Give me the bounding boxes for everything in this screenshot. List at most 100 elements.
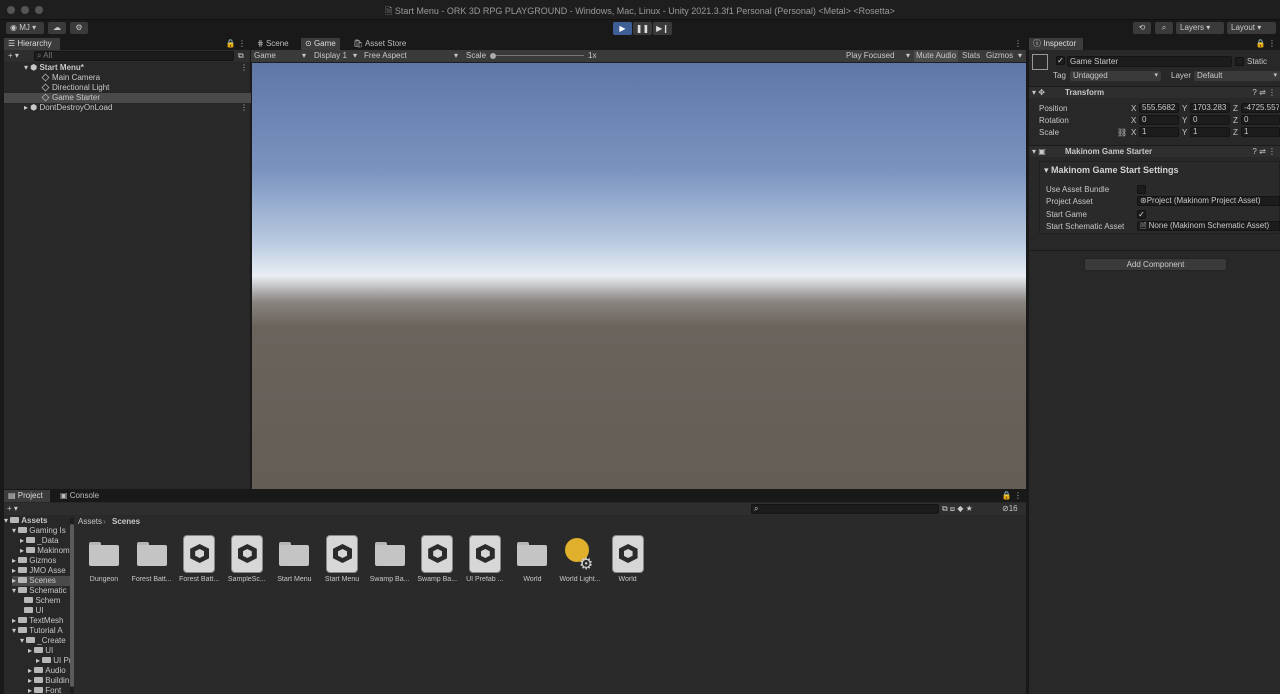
- tree-item[interactable]: ▾ _Create: [20, 636, 74, 646]
- asset-item-folder[interactable]: World: [509, 534, 555, 586]
- rotation-y-field[interactable]: 0: [1190, 115, 1230, 125]
- tree-item[interactable]: ▾ Gaming Is: [12, 526, 74, 536]
- scene-menu-icon[interactable]: ⋮: [240, 103, 248, 112]
- asset-item-scene[interactable]: UI Prefab ...: [462, 534, 508, 586]
- use-asset-bundle-checkbox[interactable]: [1137, 185, 1146, 194]
- rotation-x-field[interactable]: 0: [1139, 115, 1179, 125]
- position-z-field[interactable]: -4725.557: [1241, 103, 1280, 113]
- display-dropdown[interactable]: Display 1 ▾: [314, 50, 359, 62]
- hierarchy-row-main-camera[interactable]: Main Camera: [4, 73, 252, 83]
- tab-project[interactable]: ▤ Project: [4, 490, 50, 502]
- aspect-dropdown[interactable]: Free Aspect ▾: [364, 50, 459, 62]
- stats-toggle[interactable]: Stats: [962, 50, 980, 62]
- account-dropdown[interactable]: ◉ MJ ▾: [6, 22, 44, 34]
- tab-game[interactable]: ⊙ Game: [301, 38, 340, 50]
- project-search-input[interactable]: ⌕: [751, 504, 939, 514]
- create-asset-button[interactable]: + ▾: [7, 504, 18, 513]
- scale-slider-track[interactable]: [491, 55, 584, 56]
- asset-item-folder[interactable]: Swamp Ba...: [367, 534, 413, 586]
- tab-console[interactable]: ▣ Console: [56, 490, 103, 502]
- layer-dropdown[interactable]: Default: [1194, 71, 1280, 81]
- asset-item-folder[interactable]: Start Menu: [271, 534, 317, 586]
- transform-header[interactable]: ▾ ✥ Transform ? ⇌ ⋮: [1029, 86, 1280, 98]
- position-y-field[interactable]: 1703.283: [1190, 103, 1230, 113]
- panel-menu-icon[interactable]: ⋮: [1014, 39, 1022, 48]
- visibility-count[interactable]: ⊘16: [1002, 504, 1018, 513]
- scale-z-field[interactable]: 1: [1241, 127, 1280, 137]
- play-focused-dropdown[interactable]: Play Focused ▾: [846, 50, 912, 62]
- tree-item[interactable]: ▸ _Data: [20, 536, 74, 546]
- asset-item-scene[interactable]: World: [605, 534, 651, 586]
- hierarchy-row-game-starter[interactable]: Game Starter: [4, 93, 252, 103]
- static-checkbox[interactable]: [1235, 57, 1244, 66]
- tree-item-assets[interactable]: ▾ Assets: [4, 516, 70, 526]
- tree-item[interactable]: ▸ Audio: [28, 666, 74, 676]
- scale-x-field[interactable]: 1: [1139, 127, 1179, 137]
- rotation-z-field[interactable]: 0: [1241, 115, 1280, 125]
- settings-foldout[interactable]: ▾ Makinom Game Start Settings: [1044, 165, 1179, 176]
- tree-item[interactable]: ▸ TextMesh: [12, 616, 74, 626]
- step-button[interactable]: ▶❙: [653, 22, 672, 35]
- filter-icons[interactable]: ⧉ ⧈ ◆ ★: [942, 504, 973, 514]
- asset-item-scene[interactable]: Start Menu: [319, 534, 365, 586]
- panel-menu-icon[interactable]: 🔒 ⋮: [1256, 39, 1276, 48]
- tree-item[interactable]: ▸ Font: [28, 686, 74, 694]
- hierarchy-search-input[interactable]: ⌕ All: [34, 51, 234, 61]
- active-checkbox[interactable]: ✓: [1056, 56, 1065, 65]
- component-menu-icon[interactable]: ? ⇌ ⋮: [1252, 147, 1276, 156]
- tree-item[interactable]: ▸ Gizmos: [12, 556, 74, 566]
- hierarchy-row-dontdestroyonload[interactable]: ▸ ⬢ DontDestroyOnLoad ⋮: [4, 103, 252, 113]
- asset-item-folder[interactable]: Forest Batt...: [129, 534, 175, 586]
- tree-item[interactable]: ▸ UI Pr: [36, 656, 74, 666]
- collab-button[interactable]: ⚙: [70, 22, 88, 34]
- create-button[interactable]: + ▾: [8, 51, 19, 60]
- game-mode-dropdown[interactable]: Game ▾: [254, 50, 309, 62]
- search-button[interactable]: ⌕: [1155, 22, 1173, 34]
- start-schematic-field[interactable]: 🗎 None (Makinom Schematic Asset): [1137, 221, 1280, 231]
- asset-item-folder[interactable]: Dungeon: [81, 534, 127, 586]
- filter-icon[interactable]: ⧉: [238, 51, 244, 61]
- layers-dropdown[interactable]: Layers ▾: [1176, 22, 1224, 34]
- mute-audio-toggle[interactable]: Mute Audio: [914, 50, 959, 62]
- cloud-button[interactable]: ☁: [48, 22, 66, 34]
- tab-inspector[interactable]: ⓘ Inspector: [1029, 38, 1083, 50]
- game-render-view[interactable]: [252, 63, 1026, 489]
- tab-scene[interactable]: ⋕ Scene: [253, 38, 293, 50]
- breadcrumb-assets[interactable]: Assets: [78, 517, 102, 526]
- panel-menu-icon[interactable]: 🔒 ⋮: [1002, 491, 1022, 500]
- tree-item[interactable]: ▸ Makinom: [20, 546, 74, 556]
- play-button[interactable]: ▶: [613, 22, 632, 35]
- tree-item[interactable]: ▾ Tutorial A: [12, 626, 74, 636]
- layout-dropdown[interactable]: Layout ▾: [1227, 22, 1276, 34]
- link-icon[interactable]: ⛓: [1117, 128, 1127, 137]
- component-menu-icon[interactable]: ? ⇌ ⋮: [1252, 88, 1276, 97]
- tab-asset-store[interactable]: 🛍 Asset Store: [349, 38, 410, 50]
- asset-item-lighting[interactable]: ⚙ World Light...: [557, 534, 603, 586]
- tag-dropdown[interactable]: Untagged: [1070, 71, 1161, 81]
- asset-item-scene[interactable]: Swamp Ba...: [414, 534, 460, 586]
- scene-menu-icon[interactable]: ⋮: [240, 63, 248, 72]
- gizmos-dropdown[interactable]: Gizmos ▾: [986, 50, 1024, 62]
- scale-slider-handle[interactable]: [490, 53, 496, 59]
- position-x-field[interactable]: 555.5682: [1139, 103, 1179, 113]
- asset-item-scene[interactable]: Forest Batt...: [176, 534, 222, 586]
- history-button[interactable]: ⟲: [1133, 22, 1151, 34]
- hierarchy-row-scene[interactable]: ▾ ⬢ Start Menu* ⋮: [4, 63, 252, 73]
- pause-button[interactable]: ❚❚: [633, 22, 652, 35]
- project-asset-field[interactable]: ⊛Project (Makinom Project Asset): [1137, 196, 1280, 206]
- tab-hierarchy[interactable]: ☰ Hierarchy: [4, 38, 60, 50]
- makinom-header[interactable]: ▾ ▣ Makinom Game Starter ? ⇌ ⋮: [1029, 145, 1280, 157]
- object-name-input[interactable]: Game Starter: [1067, 56, 1232, 67]
- tree-item[interactable]: UI: [20, 606, 74, 616]
- tree-item[interactable]: ▸ JMO Asse: [12, 566, 74, 576]
- tree-item[interactable]: ▾ Schematic: [12, 586, 74, 596]
- tree-item[interactable]: ▸ Buildin: [28, 676, 74, 686]
- scale-y-field[interactable]: 1: [1190, 127, 1230, 137]
- panel-menu-icon[interactable]: 🔒 ⋮: [226, 39, 246, 48]
- tree-item[interactable]: Schem: [20, 596, 74, 606]
- add-component-button[interactable]: Add Component: [1084, 258, 1227, 271]
- tree-item-scenes[interactable]: ▸ Scenes: [12, 576, 74, 586]
- tree-item[interactable]: ▸ UI: [28, 646, 74, 656]
- hierarchy-row-directional-light[interactable]: Directional Light: [4, 83, 252, 93]
- start-game-checkbox[interactable]: ✓: [1137, 210, 1146, 219]
